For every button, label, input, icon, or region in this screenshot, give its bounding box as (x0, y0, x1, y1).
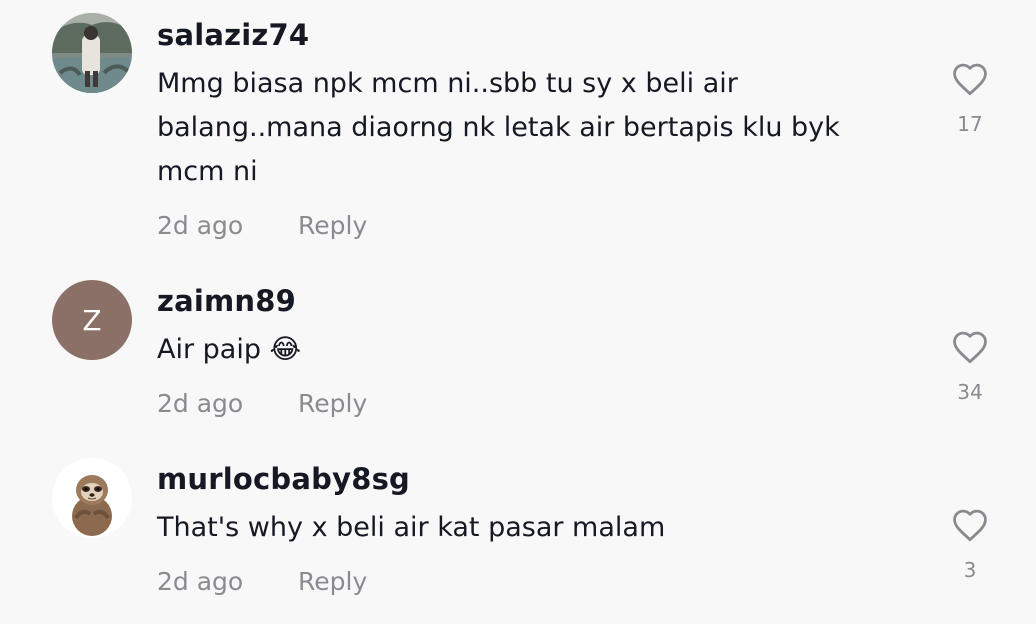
like-count: 34 (957, 380, 983, 404)
like-count: 17 (957, 112, 983, 136)
like-button[interactable]: 34 (945, 330, 995, 404)
avatar[interactable] (52, 13, 132, 93)
reply-button[interactable]: Reply (298, 211, 367, 240)
comment-text: Mmg biasa npk mcm ni..sbb tu sy x beli a… (157, 68, 840, 187)
reply-button[interactable]: Reply (298, 389, 367, 418)
avatar-initial: Z (82, 303, 102, 337)
comment-username[interactable]: zaimn89 (157, 284, 296, 318)
user-photo-icon (52, 13, 132, 93)
comment-timestamp: 2d ago (157, 567, 244, 596)
heart-icon[interactable] (951, 508, 989, 542)
reply-button[interactable]: Reply (298, 567, 367, 596)
comment-item: murlocbaby8sg That's why x beli air kat … (0, 448, 1036, 624)
like-count: 3 (963, 558, 977, 582)
like-button[interactable]: 17 (945, 62, 995, 136)
avatar[interactable] (52, 458, 132, 538)
comment-text: Air paip 😂 (157, 334, 302, 365)
comment-meta: 2d ago Reply (157, 211, 367, 240)
comment-item: salaziz74 Mmg biasa npk mcm ni..sbb tu s… (0, 0, 1036, 260)
comment-timestamp: 2d ago (157, 211, 244, 240)
comment-username[interactable]: salaziz74 (157, 18, 309, 52)
heart-icon[interactable] (951, 62, 989, 96)
like-button[interactable]: 3 (945, 508, 995, 582)
comment-text: That's why x beli air kat pasar malam (157, 512, 666, 543)
heart-icon[interactable] (951, 330, 989, 364)
comment-item: Z zaimn89 Air paip 😂 2d ago Reply 34 (0, 270, 1036, 440)
avatar[interactable]: Z (52, 280, 132, 360)
comment-meta: 2d ago Reply (157, 567, 367, 596)
comment-username[interactable]: murlocbaby8sg (157, 462, 410, 496)
sloth-icon (52, 458, 132, 538)
comment-timestamp: 2d ago (157, 389, 244, 418)
comment-meta: 2d ago Reply (157, 389, 367, 418)
